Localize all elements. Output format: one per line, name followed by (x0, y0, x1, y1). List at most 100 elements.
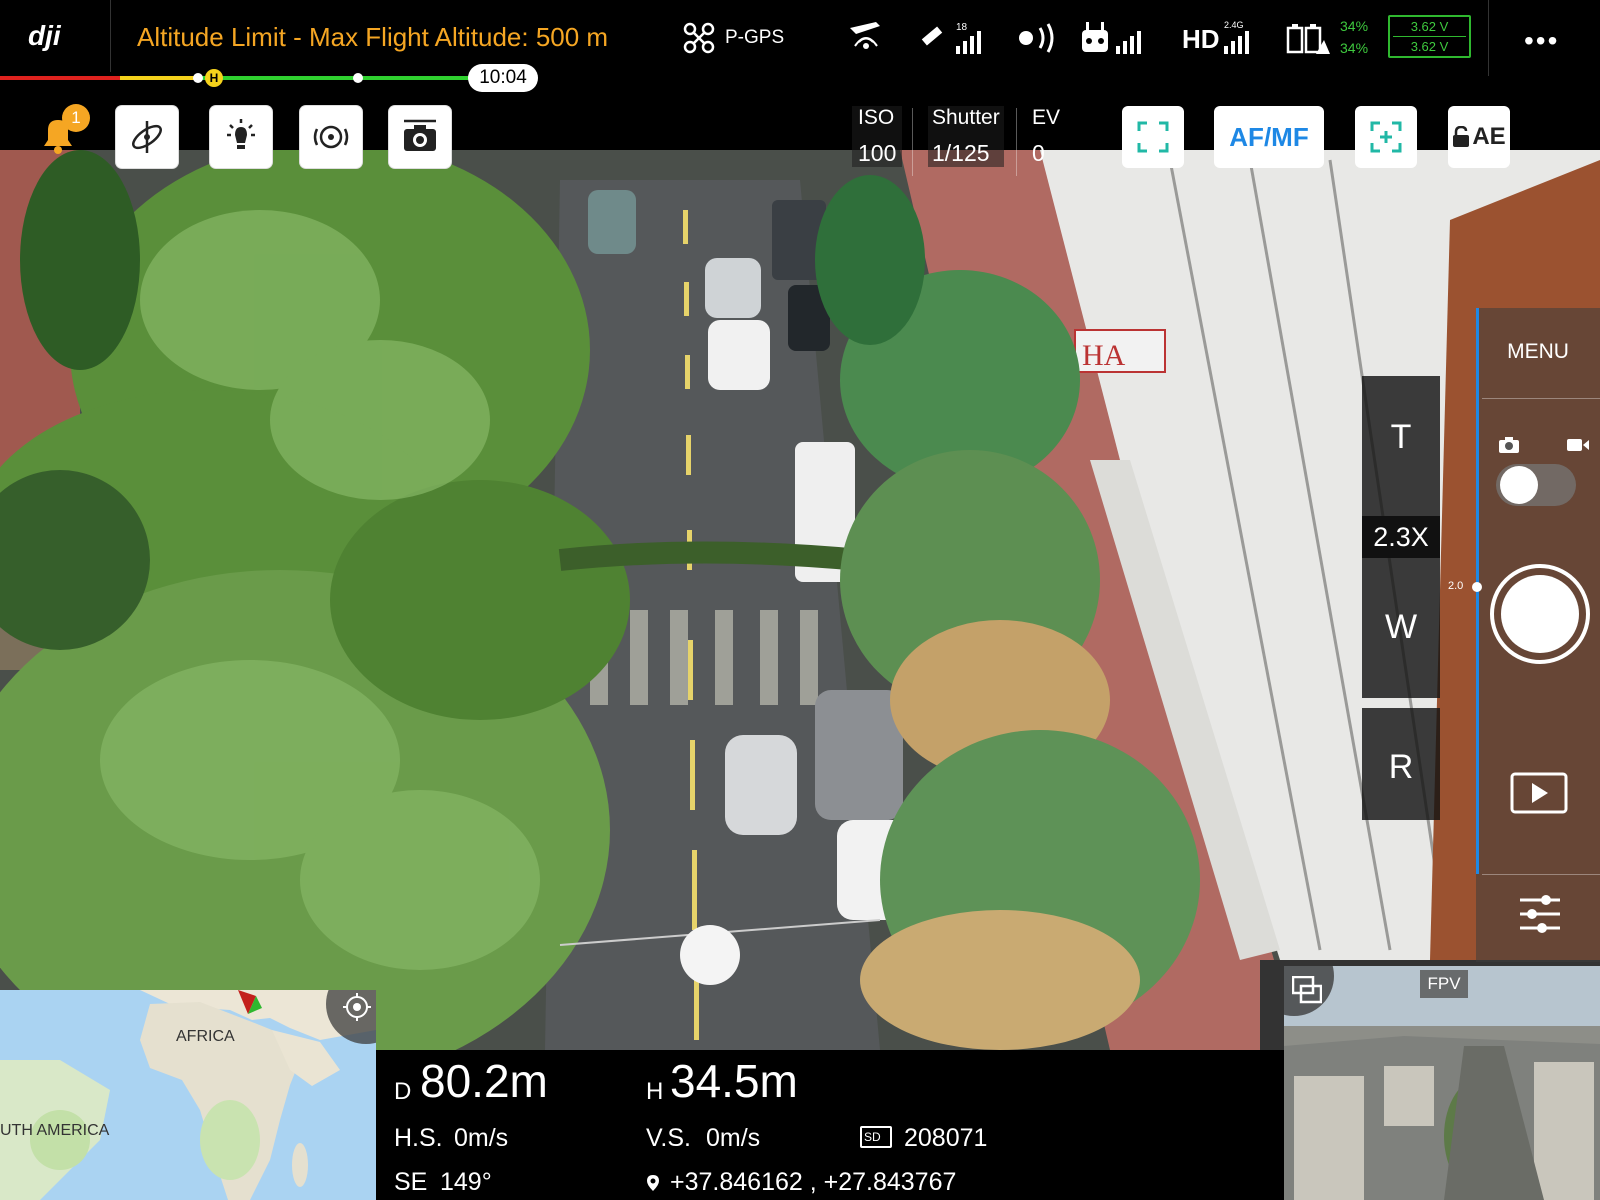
shop-sign: HA (1082, 339, 1126, 372)
horizontal-speed-label: H.S. (394, 1124, 443, 1152)
hd-label: HD (1182, 24, 1220, 54)
remote-controller-icon[interactable] (1080, 20, 1148, 56)
center-focus-icon (1370, 121, 1402, 153)
dji-logo[interactable]: dji (28, 20, 78, 52)
battery-percent-1: 34% (1340, 18, 1369, 34)
light-icon (227, 119, 255, 149)
center-focus-button[interactable] (1355, 106, 1417, 168)
location-pin-icon (647, 1175, 659, 1191)
height-value: 34.5m (670, 1055, 798, 1107)
slider-tick-label: 2.0 (1448, 580, 1464, 592)
focus-frame-icon (1137, 121, 1169, 153)
shutter-button-inner (1501, 575, 1579, 653)
svg-text:dji: dji (28, 20, 62, 51)
ae-lock-button[interactable]: AE (1448, 106, 1510, 168)
zoom-slider-thumb[interactable] (1472, 582, 1482, 592)
distance-prefix: D (394, 1078, 412, 1105)
gps-coordinates: +37.846162 , +27.843767 (670, 1168, 957, 1196)
video-mode-icon[interactable] (1566, 436, 1590, 454)
battery-voltage-box[interactable]: 3.62 V 3.62 V (1388, 15, 1471, 58)
divider (912, 108, 913, 176)
battery-voltage-2: 3.62 V (1410, 39, 1449, 54)
horizontal-speed-value: 0m/s (454, 1124, 509, 1152)
altitude-limit-warning[interactable]: Altitude Limit - Max Flight Altitude: 50… (137, 22, 608, 53)
telemetry-panel: D 80.2m H 34.5m H.S. 0m/s V.S. 0m/s SD 2… (376, 1050, 1284, 1200)
intelligent-flight-button[interactable] (300, 106, 362, 168)
swap-view-icon (1292, 976, 1322, 1004)
divider (1016, 108, 1017, 176)
iso-label: ISO (858, 106, 895, 129)
wifi-signal-icon[interactable] (1016, 20, 1064, 56)
height-prefix: H (646, 1078, 664, 1105)
gps-satellite-icon[interactable]: 18 (918, 20, 984, 56)
hd-signal-bars-icon (1224, 31, 1249, 54)
fpv-scene (1284, 966, 1600, 1200)
gimbal-button[interactable] (116, 106, 178, 168)
zoom-reset-button[interactable]: R (1362, 748, 1440, 787)
heading-degrees: 149° (440, 1168, 492, 1196)
band-label: 2.4G (1224, 20, 1244, 30)
camera-settings-icon (404, 119, 436, 151)
map-label-africa: AFRICA (176, 1028, 235, 1045)
fpv-view[interactable] (1284, 966, 1600, 1200)
focus-frame-button[interactable] (1122, 106, 1184, 168)
fpv-label: FPV (1420, 970, 1468, 998)
zoom-level: 2.3X (1362, 516, 1440, 558)
camera-settings-button[interactable] (389, 106, 451, 168)
flight-progress-bar (0, 73, 470, 83)
focus-mode-button[interactable]: AF/MF (1214, 106, 1324, 168)
flight-mode-indicator[interactable]: P-GPS (683, 22, 784, 54)
zoom-wide-button[interactable]: W (1362, 608, 1440, 647)
zoom-reset-control: R (1362, 708, 1440, 820)
divider (1482, 398, 1600, 399)
beacon-light-button[interactable] (210, 106, 272, 168)
settings-sliders-icon[interactable] (1518, 892, 1562, 936)
toggle-knob (1500, 466, 1538, 504)
minimap[interactable]: AFRICA UTH AMERICA (0, 990, 376, 1200)
camera-menu-button[interactable]: MENU (1476, 340, 1600, 364)
battery-icon[interactable] (1286, 20, 1332, 56)
vertical-speed-value: 0m/s (706, 1124, 761, 1152)
photo-video-toggle[interactable] (1496, 464, 1576, 506)
sd-card-icon: SD (860, 1126, 892, 1148)
sd-label: SD (864, 1130, 881, 1144)
lock-icon (1453, 126, 1470, 147)
divider (1482, 874, 1600, 875)
divider (110, 0, 111, 72)
divider (1488, 0, 1489, 76)
battery-percent-2: 34% (1340, 40, 1369, 56)
shutter-value: 1/125 (932, 140, 990, 166)
zoom-tele-button[interactable]: T (1362, 418, 1440, 457)
gps-satellite-count: 18 (956, 22, 968, 33)
drone-icon (683, 22, 715, 54)
more-settings-button[interactable]: ••• (1524, 25, 1559, 57)
aircraft-signal-icon[interactable] (846, 20, 886, 56)
zoom-control: T 2.3X W (1362, 376, 1440, 698)
distance-value: 80.2m (420, 1055, 548, 1107)
shutter-label: Shutter (932, 106, 1000, 129)
world-map (0, 990, 376, 1200)
shutter-button[interactable] (1490, 564, 1590, 664)
gimbal-icon (132, 121, 162, 153)
ev-readout: EV 0 (1032, 106, 1060, 167)
heading-direction: SE (394, 1168, 428, 1196)
iso-value: 100 (858, 140, 897, 166)
ev-value: 0 (1032, 140, 1045, 166)
battery-voltage-1: 3.62 V (1410, 19, 1449, 34)
sd-remaining-count: 208071 (904, 1124, 988, 1152)
notification-badge: 1 (62, 104, 90, 132)
home-point-marker: H (205, 69, 223, 87)
vertical-speed-label: V.S. (646, 1124, 691, 1152)
remaining-flight-time: 10:04 (468, 64, 538, 92)
intelligent-flight-icon (313, 125, 349, 149)
map-label-south-america: UTH AMERICA (0, 1122, 110, 1139)
flight-mode-label: P-GPS (725, 27, 785, 48)
hd-signal-indicator[interactable]: HD 2.4G (1182, 20, 1258, 56)
ae-label: AE (1472, 123, 1506, 150)
recenter-icon (343, 993, 371, 1021)
photo-mode-icon[interactable] (1498, 436, 1520, 454)
iso-readout: ISO 100 (852, 106, 903, 167)
playback-icon[interactable] (1510, 772, 1568, 814)
shutter-readout: Shutter 1/125 (928, 106, 1004, 167)
ev-label: EV (1032, 106, 1061, 129)
